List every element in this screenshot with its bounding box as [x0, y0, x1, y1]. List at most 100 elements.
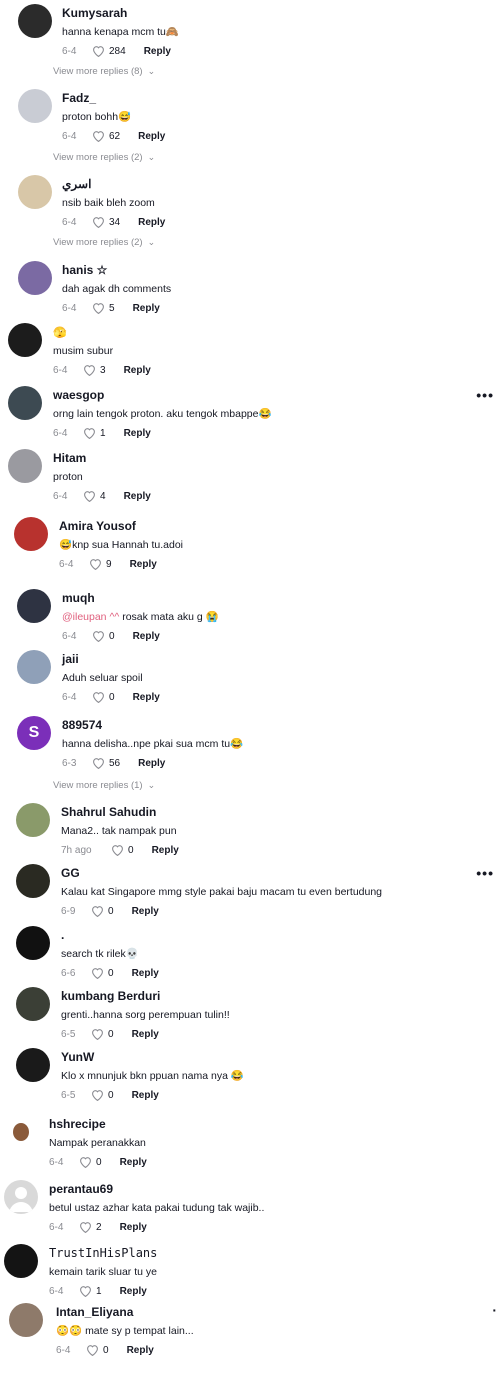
- comment-text: hanna kenapa mcm tu🙈: [62, 26, 179, 38]
- like-button[interactable]: 56: [92, 757, 120, 769]
- like-button[interactable]: 34: [92, 216, 120, 228]
- like-button[interactable]: 0: [111, 844, 134, 856]
- more-options-button[interactable]: ·: [492, 1303, 498, 1317]
- username[interactable]: TrustInHisPlans: [49, 1246, 157, 1261]
- like-button[interactable]: 0: [92, 630, 115, 642]
- comment-text-body: rosak mata aku g 😭: [119, 611, 219, 623]
- reply-button[interactable]: Reply: [144, 46, 171, 57]
- avatar[interactable]: [18, 4, 52, 38]
- reply-button[interactable]: Reply: [124, 491, 151, 502]
- reply-button[interactable]: Reply: [130, 559, 157, 570]
- avatar[interactable]: [17, 650, 51, 684]
- like-count: 4: [100, 490, 106, 502]
- avatar[interactable]: [8, 386, 42, 420]
- comment-meta: 6-3 56 Reply: [62, 756, 243, 770]
- username[interactable]: Hitam: [53, 451, 151, 466]
- avatar[interactable]: [4, 1180, 38, 1214]
- username[interactable]: 🫣: [53, 325, 151, 340]
- like-button[interactable]: 5: [92, 302, 115, 314]
- like-button[interactable]: 9: [89, 558, 112, 570]
- like-button[interactable]: 0: [92, 691, 115, 703]
- username[interactable]: .: [61, 928, 159, 943]
- comment-text: Klo x mnunjuk bkn ppuan nama nya 😂: [61, 1070, 244, 1082]
- username[interactable]: hshrecipe: [49, 1117, 147, 1132]
- username[interactable]: hanis ☆: [62, 263, 171, 278]
- reply-button[interactable]: Reply: [132, 968, 159, 979]
- comment-date: 6-4: [53, 364, 68, 376]
- username[interactable]: Fadz_: [62, 91, 165, 106]
- username[interactable]: Kumysarah: [62, 6, 179, 21]
- username[interactable]: Amira Yousof: [59, 519, 183, 534]
- reply-button[interactable]: Reply: [132, 906, 159, 917]
- reply-button[interactable]: Reply: [124, 428, 151, 439]
- reply-button[interactable]: Reply: [152, 845, 179, 856]
- like-button[interactable]: 0: [91, 967, 114, 979]
- like-count: 0: [108, 967, 114, 979]
- like-button[interactable]: 1: [79, 1285, 102, 1297]
- reply-button[interactable]: Reply: [133, 303, 160, 314]
- like-button[interactable]: 2: [79, 1221, 102, 1233]
- view-more-replies[interactable]: View more replies (1) ⌄: [53, 780, 155, 791]
- avatar[interactable]: [16, 926, 50, 960]
- avatar[interactable]: [4, 1244, 38, 1278]
- like-button[interactable]: 0: [91, 905, 114, 917]
- username[interactable]: waesgop: [53, 388, 272, 403]
- reply-button[interactable]: Reply: [132, 1090, 159, 1101]
- like-button[interactable]: 3: [83, 364, 106, 376]
- reply-button[interactable]: Reply: [120, 1286, 147, 1297]
- like-button[interactable]: 4: [83, 490, 106, 502]
- reply-button[interactable]: Reply: [127, 1345, 154, 1356]
- like-button[interactable]: 62: [92, 130, 120, 142]
- username[interactable]: اسري: [62, 177, 165, 192]
- reply-button[interactable]: Reply: [133, 631, 160, 642]
- reply-button[interactable]: Reply: [124, 365, 151, 376]
- avatar[interactable]: [16, 803, 50, 837]
- avatar[interactable]: [16, 864, 50, 898]
- like-button[interactable]: 0: [86, 1344, 109, 1356]
- more-options-button[interactable]: •••: [476, 388, 494, 402]
- username[interactable]: YunW: [61, 1050, 244, 1065]
- comment-text: orng lain tengok proton. aku tengok mbap…: [53, 408, 272, 420]
- username[interactable]: kumbang Berduri: [61, 989, 230, 1004]
- comment-meta: 6-4 0 Reply: [62, 690, 160, 704]
- avatar[interactable]: [8, 449, 42, 483]
- username[interactable]: Shahrul Sahudin: [61, 805, 179, 820]
- more-options-button[interactable]: •••: [476, 866, 494, 880]
- like-button[interactable]: 0: [91, 1028, 114, 1040]
- view-more-replies[interactable]: View more replies (2) ⌄: [53, 152, 155, 163]
- avatar[interactable]: [4, 1115, 38, 1149]
- reply-button[interactable]: Reply: [132, 1029, 159, 1040]
- username[interactable]: GG: [61, 866, 382, 881]
- username[interactable]: muqh: [62, 591, 219, 606]
- reply-button[interactable]: Reply: [120, 1157, 147, 1168]
- mention-link[interactable]: @ileupan ^^: [62, 611, 119, 623]
- view-more-replies[interactable]: View more replies (2) ⌄: [53, 237, 155, 248]
- like-button[interactable]: 0: [79, 1156, 102, 1168]
- like-button[interactable]: 1: [83, 427, 106, 439]
- like-button[interactable]: 284: [92, 45, 126, 57]
- username[interactable]: Intan_Eliyana: [56, 1305, 194, 1320]
- avatar[interactable]: [14, 517, 48, 551]
- avatar[interactable]: [16, 1048, 50, 1082]
- username[interactable]: jaii: [62, 652, 160, 667]
- username[interactable]: 889574: [62, 718, 243, 733]
- avatar[interactable]: [18, 175, 52, 209]
- reply-button[interactable]: Reply: [120, 1222, 147, 1233]
- reply-button[interactable]: Reply: [133, 692, 160, 703]
- avatar[interactable]: [16, 987, 50, 1021]
- view-more-replies[interactable]: View more replies (8) ⌄: [53, 66, 155, 77]
- reply-button[interactable]: Reply: [138, 131, 165, 142]
- heart-icon: [92, 906, 103, 917]
- reply-button[interactable]: Reply: [138, 758, 165, 769]
- like-button[interactable]: 0: [91, 1089, 114, 1101]
- username[interactable]: perantau69: [49, 1182, 264, 1197]
- comment-date: 6-5: [61, 1028, 76, 1040]
- avatar[interactable]: [9, 1303, 43, 1337]
- avatar[interactable]: [18, 89, 52, 123]
- avatar[interactable]: S: [17, 716, 51, 750]
- avatar[interactable]: [17, 589, 51, 623]
- avatar[interactable]: [18, 261, 52, 295]
- reply-button[interactable]: Reply: [138, 217, 165, 228]
- like-count: 0: [109, 691, 115, 703]
- avatar[interactable]: [8, 323, 42, 357]
